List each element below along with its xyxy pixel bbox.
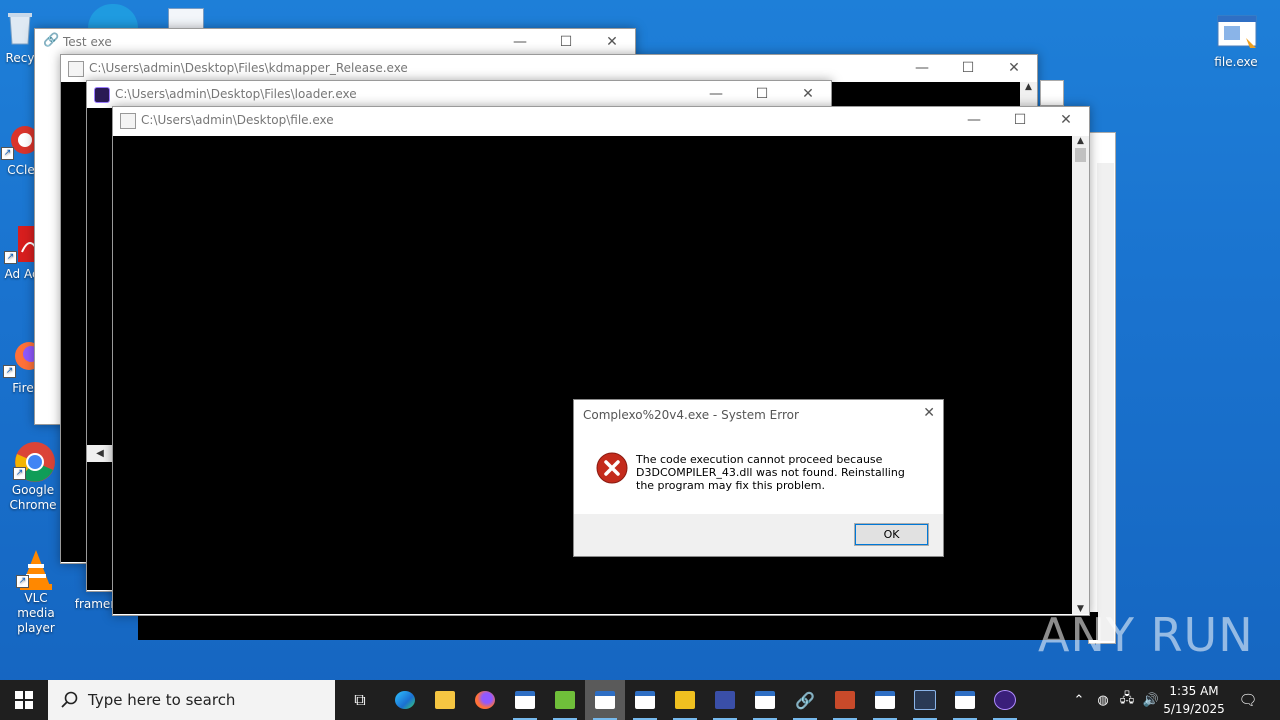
installer-app-taskbar-icon[interactable] <box>825 680 865 720</box>
vertical-scrollbar[interactable] <box>1097 163 1114 641</box>
desktop-icon-label: file.exe <box>1214 55 1258 69</box>
file-explorer-taskbar-icon[interactable] <box>425 680 465 720</box>
window-titlebar[interactable]: C:\Users\admin\Desktop\Files\kdmapper_Re… <box>61 55 1037 81</box>
maximize-button[interactable]: ☐ <box>997 107 1043 133</box>
search-icon <box>61 691 78 708</box>
desktop-icon-file-exe[interactable]: file.exe <box>1204 12 1268 70</box>
taskbar-clock[interactable]: 1:35 AM 5/19/2025 <box>1160 682 1228 718</box>
console-taskbar-icon[interactable] <box>745 680 785 720</box>
clock-date: 5/19/2025 <box>1163 702 1225 716</box>
network-tray-icon[interactable]: 🖧 <box>1116 680 1138 720</box>
notifications-button[interactable]: 🗨 <box>1234 680 1262 720</box>
close-button[interactable]: ✕ <box>991 55 1037 81</box>
console-taskbar-icon[interactable] <box>625 680 665 720</box>
maximize-button[interactable]: ☐ <box>945 55 991 81</box>
ok-button[interactable]: OK <box>854 523 929 546</box>
anyrun-watermark: ANY RUN <box>1038 608 1254 662</box>
error-icon <box>596 452 628 487</box>
minimize-button[interactable]: — <box>951 107 997 133</box>
console-app-icon <box>68 61 84 77</box>
loader-app-taskbar-icon[interactable] <box>985 680 1025 720</box>
console-taskbar-icon[interactable] <box>865 680 905 720</box>
window-titlebar[interactable]: 🔗 Test exe — ☐ ✕ <box>35 29 635 55</box>
remote-desktop-taskbar-icon[interactable] <box>905 680 945 720</box>
console-taskbar-icon[interactable] <box>945 680 985 720</box>
window-title: C:\Users\admin\Desktop\Files\kdmapper_Re… <box>89 61 408 75</box>
link-icon: 🔗 <box>43 33 60 48</box>
background-console-window[interactable] <box>1040 80 1064 106</box>
edge-desktop-icon[interactable] <box>88 4 138 28</box>
show-hidden-icons-button[interactable]: ⌃ <box>1068 680 1090 720</box>
minimize-button[interactable]: — <box>899 55 945 81</box>
edge-taskbar-icon[interactable] <box>385 680 425 720</box>
windows-logo-icon <box>15 691 33 709</box>
window-titlebar[interactable]: C:\Users\admin\Desktop\Files\loader.exe … <box>87 81 831 107</box>
window-title: Test exe <box>63 35 112 49</box>
taskbar-search-box[interactable]: Type here to search <box>48 680 335 720</box>
dialog-footer: OK <box>574 514 943 556</box>
shortcut-arrow-icon: ↗ <box>13 467 26 480</box>
close-button[interactable]: ✕ <box>785 81 831 107</box>
system-error-dialog[interactable]: Complexo%20v4.exe - System Error ✕ The c… <box>573 399 944 557</box>
shortcut-arrow-icon: ↗ <box>16 575 29 588</box>
link-app-taskbar-icon[interactable]: 🔗 <box>785 680 825 720</box>
3h-app-taskbar-icon[interactable] <box>545 680 585 720</box>
network-app-taskbar-icon[interactable] <box>705 680 745 720</box>
window-titlebar[interactable]: C:\Users\admin\Desktop\file.exe — ☐ ✕ <box>113 107 1089 133</box>
close-button[interactable]: ✕ <box>1043 107 1089 133</box>
start-button[interactable] <box>4 680 44 720</box>
desktop-icon-chrome[interactable]: ↗ Google Chrome <box>0 440 66 513</box>
dialog-message: The code execution cannot proceed becaus… <box>636 453 905 492</box>
close-button[interactable]: ✕ <box>589 29 635 55</box>
console-active-taskbar-icon[interactable] <box>585 680 625 720</box>
background-console-area[interactable] <box>138 612 1098 640</box>
window-title: C:\Users\admin\Desktop\Files\loader.exe <box>115 87 357 101</box>
clock-time: 1:35 AM <box>1169 684 1219 698</box>
vlc-icon: ↗ <box>16 548 56 590</box>
desktop-icon-vlc[interactable]: ↗ VLC media player <box>4 548 68 636</box>
window-title: C:\Users\admin\Desktop\file.exe <box>141 113 334 127</box>
console-taskbar-icon[interactable] <box>505 680 545 720</box>
taskbar: Type here to search ⧉ 🔗 ⌃ ◍ 🖧 🔊 1:35 AM … <box>0 680 1280 720</box>
scroll-up-arrow[interactable]: ▲ <box>1072 136 1089 146</box>
task-view-button[interactable]: ⧉ <box>340 680 380 720</box>
volume-tray-icon[interactable]: 🔊 <box>1140 680 1162 720</box>
desktop-icon-label: VLC media player <box>17 591 55 635</box>
maximize-button[interactable]: ☐ <box>739 81 785 107</box>
scroll-up-arrow[interactable]: ▲ <box>1020 82 1037 92</box>
maximize-button[interactable]: ☐ <box>543 29 589 55</box>
shortcut-arrow-icon: ↗ <box>3 365 16 378</box>
minimize-button[interactable]: — <box>693 81 739 107</box>
desktop-icon-label: Google Chrome <box>9 483 57 512</box>
horizontal-scrollbar[interactable]: ◀ <box>87 445 113 462</box>
exe-file-icon <box>1216 12 1257 52</box>
console-app-icon <box>120 113 136 129</box>
scroll-thumb[interactable] <box>1075 148 1086 162</box>
firefox-taskbar-icon[interactable] <box>465 680 505 720</box>
chrome-icon: ↗ <box>13 440 55 482</box>
minimize-button[interactable]: — <box>497 29 543 55</box>
background-console-window[interactable] <box>1088 132 1116 644</box>
dialog-title: Complexo%20v4.exe - System Error <box>583 408 799 422</box>
document-desktop-icon[interactable] <box>168 8 204 30</box>
bin-app-taskbar-icon[interactable] <box>665 680 705 720</box>
shortcut-arrow-icon: ↗ <box>4 251 17 264</box>
dialog-close-button[interactable]: ✕ <box>923 405 935 421</box>
search-placeholder: Type here to search <box>88 691 236 709</box>
security-tray-icon[interactable]: ◍ <box>1092 680 1114 720</box>
vertical-scrollbar[interactable]: ▲ ▼ <box>1072 136 1089 614</box>
shortcut-arrow-icon: ↗ <box>1 147 14 160</box>
loader-app-icon <box>94 87 110 103</box>
